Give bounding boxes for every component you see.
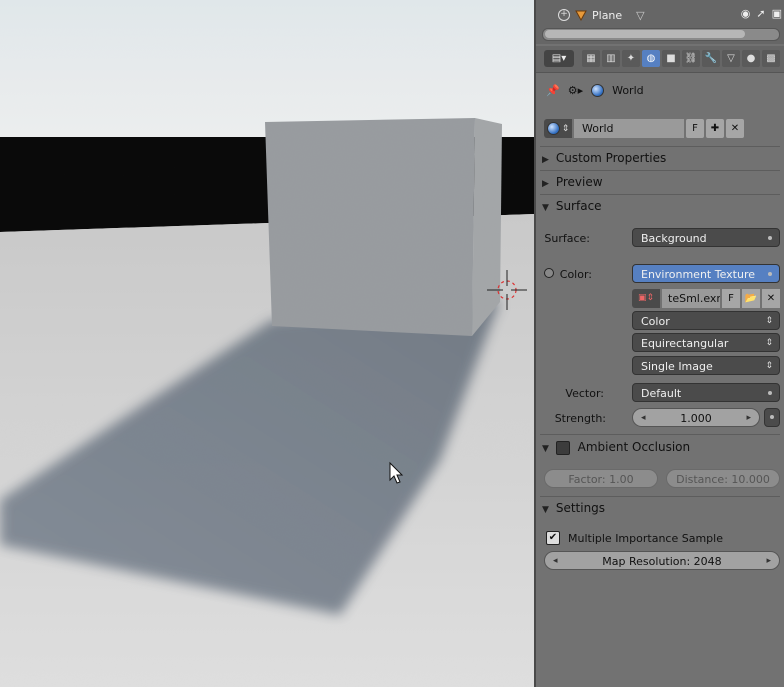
editor-type-button[interactable]: ▤▾	[544, 50, 574, 67]
node-link-icon	[768, 391, 772, 395]
ambient-occlusion-checkbox[interactable]	[555, 440, 570, 455]
properties-context-tabs: ▤▾ ▦ ▥ ✦ ◍ ■ ⛓ 🔧 ▽ ● ▩	[536, 46, 784, 73]
image-name-field[interactable]: teSml.exr	[662, 289, 720, 308]
properties-panel: + Plane ▽ ◉ ➚ ▣ ▤▾ ▦ ▥ ✦ ◍ ■ ⛓ 🔧 ▽ ● ▩ 📌	[534, 0, 784, 687]
unlink-image-button[interactable]: ✕	[762, 289, 780, 308]
image-source-dropdown[interactable]: Single Image ⇕	[632, 356, 780, 375]
strength-value: 1.000	[680, 412, 712, 425]
mis-checkbox[interactable]: ✔	[546, 531, 560, 545]
outliner-scrollbar[interactable]	[542, 28, 780, 41]
panel-title: Settings	[555, 501, 606, 515]
node-link-icon	[770, 415, 774, 419]
dropdown-arrows-icon: ⇕	[765, 361, 773, 371]
outliner-toggles: ◉ ➚ ▣	[741, 7, 782, 20]
ao-factor-slider[interactable]: Factor: 1.00	[544, 469, 658, 488]
map-resolution-slider[interactable]: ◂ Map Resolution: 2048 ▸	[544, 551, 780, 570]
collapsed-triangle-icon: ▶	[542, 179, 549, 189]
unlink-world-button[interactable]: ✕	[726, 119, 744, 138]
selectable-cursor-icon[interactable]: ➚	[756, 7, 765, 20]
expand-icon[interactable]: +	[558, 9, 570, 21]
tab-texture-icon[interactable]: ▩	[762, 50, 780, 67]
image-fake-user-button[interactable]: F	[722, 289, 740, 308]
node-link-icon	[768, 236, 772, 240]
tab-render-icon[interactable]: ▦	[582, 50, 600, 67]
scene-icon: ⚙▸	[567, 84, 584, 97]
panel-title: Custom Properties	[555, 151, 667, 165]
fake-user-button[interactable]: F	[686, 119, 704, 138]
panel-ambient-occlusion[interactable]: ▼ Ambient Occlusion	[542, 437, 778, 457]
outliner-strip: + Plane ▽ ◉ ➚ ▣	[536, 0, 784, 44]
world-name-field[interactable]: World	[574, 119, 684, 138]
decrement-arrow-icon[interactable]: ◂	[641, 409, 646, 428]
render-camera-icon[interactable]: ▣	[772, 7, 782, 20]
collapsed-triangle-icon: ▶	[542, 155, 549, 165]
world-datablock-selector: ⇕ World F ✚ ✕	[544, 119, 776, 138]
tab-data-icon[interactable]: ▽	[722, 50, 740, 67]
vector-label: Vector:	[565, 387, 604, 400]
ao-distance-slider[interactable]: Distance: 10.000	[666, 469, 780, 488]
panel-surface[interactable]: ▼ Surface	[542, 196, 778, 216]
surface-shader-selector[interactable]: Background	[632, 228, 780, 247]
tab-modifiers-icon[interactable]: 🔧	[702, 50, 720, 67]
projection-dropdown[interactable]: Equirectangular ⇕	[632, 333, 780, 352]
rendered-scene	[0, 0, 534, 687]
dropdown-arrows-icon: ⇕	[765, 338, 773, 348]
panel-settings[interactable]: ▼ Settings	[542, 498, 778, 518]
strength-socket-button[interactable]	[764, 408, 780, 427]
image-browse-icon[interactable]: ▣⇕	[632, 289, 660, 308]
color-space-value: Color	[641, 315, 670, 328]
panel-title: Surface	[555, 199, 602, 213]
vector-input-selector[interactable]: Default	[632, 383, 780, 402]
world-browse-button[interactable]: ⇕	[544, 119, 572, 138]
scrollbar-thumb[interactable]	[545, 30, 745, 38]
node-link-icon	[768, 272, 772, 276]
3d-viewport[interactable]	[0, 0, 534, 687]
strength-label: Strength:	[554, 412, 606, 425]
panel-custom-properties[interactable]: ▶ Custom Properties	[542, 148, 778, 168]
image-datablock-selector: ▣⇕ teSml.exr F 📂 ✕	[632, 289, 780, 308]
color-input-selector[interactable]: Environment Texture	[632, 264, 780, 283]
tab-world-icon[interactable]: ◍	[642, 50, 660, 67]
panel-title: Preview	[555, 175, 603, 189]
new-world-button[interactable]: ✚	[706, 119, 724, 138]
world-icon	[546, 122, 560, 135]
image-source-value: Single Image	[641, 360, 713, 373]
expanded-triangle-icon: ▼	[542, 444, 549, 454]
open-image-folder-icon[interactable]: 📂	[742, 289, 760, 308]
color-value: Environment Texture	[641, 268, 756, 281]
panel-title: Ambient Occlusion	[577, 440, 691, 454]
increment-arrow-icon[interactable]: ▸	[746, 409, 751, 428]
breadcrumb: 📌 ⚙▸ World	[546, 84, 644, 97]
expanded-triangle-icon: ▼	[542, 203, 549, 213]
mis-option: ✔ Multiple Importance Sample	[546, 531, 723, 545]
surface-value: Background	[641, 232, 707, 245]
tab-object-icon[interactable]: ■	[662, 50, 680, 67]
tab-render-layers-icon[interactable]: ▥	[602, 50, 620, 67]
color-label: Color:	[559, 268, 592, 281]
decrement-arrow-icon[interactable]: ◂	[553, 552, 558, 571]
increment-arrow-icon[interactable]: ▸	[766, 552, 771, 571]
outliner-row-plane[interactable]: + Plane ▽	[558, 6, 645, 24]
tab-constraints-icon[interactable]: ⛓	[682, 50, 700, 67]
surface-label: Surface:	[544, 232, 590, 245]
mis-label: Multiple Importance Sample	[568, 531, 723, 545]
projection-value: Equirectangular	[641, 337, 729, 350]
dropdown-arrows-icon: ⇕	[765, 316, 773, 326]
panel-preview[interactable]: ▶ Preview	[542, 172, 778, 192]
strength-slider[interactable]: ◂ 1.000 ▸	[632, 408, 760, 427]
tab-scene-icon[interactable]: ✦	[622, 50, 640, 67]
world-icon	[591, 84, 605, 97]
color-space-dropdown[interactable]: Color ⇕	[632, 311, 780, 330]
tab-material-icon[interactable]: ●	[742, 50, 760, 67]
visibility-eye-icon[interactable]: ◉	[741, 7, 751, 20]
vector-value: Default	[641, 387, 682, 400]
expanded-triangle-icon: ▼	[542, 505, 549, 515]
modifier-icon: ▽	[636, 8, 645, 22]
outliner-object-name: Plane	[592, 8, 623, 22]
map-resolution-value: Map Resolution: 2048	[602, 555, 722, 568]
breadcrumb-world: World	[612, 84, 644, 97]
mesh-object-icon	[575, 10, 587, 22]
pin-icon[interactable]: 📌	[546, 84, 560, 97]
